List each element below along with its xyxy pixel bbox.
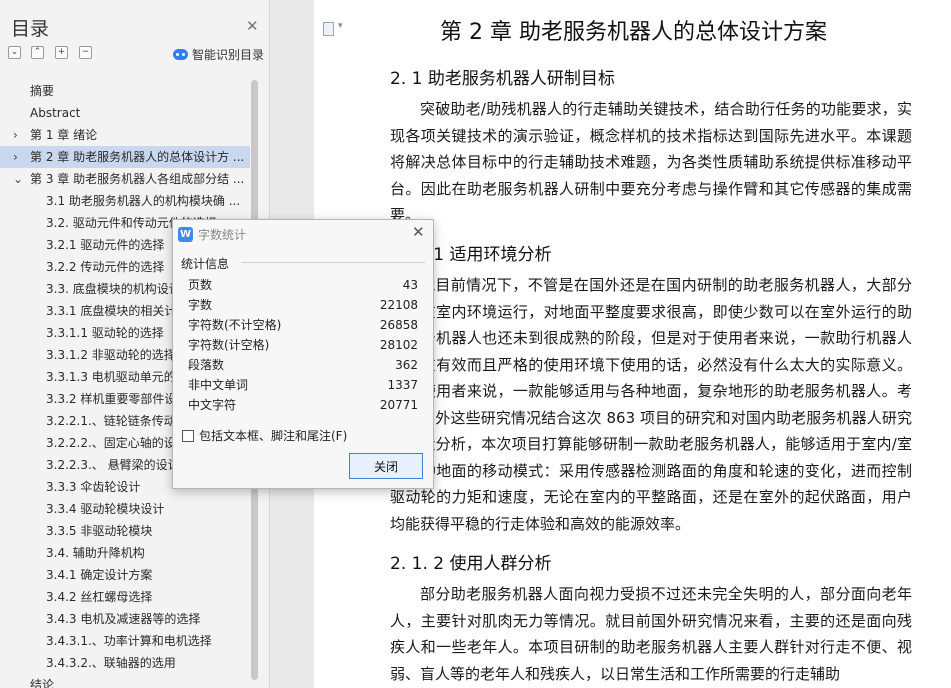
outline-item-label: 3.4.2 丝杠螺母选择 xyxy=(46,590,153,604)
subsection-title-2: 2. 1. 2 使用人群分析 xyxy=(390,554,552,574)
smart-toc-button[interactable]: 智能识别目录 xyxy=(173,46,264,63)
outline-item-label: 结论 xyxy=(30,678,55,688)
paragraph-2: 就目前情况下，不管是在国外还是在国内研制的助老服务机器人，大部分都是在室内环境运… xyxy=(390,276,912,533)
stat-label: 字符数(不计空格) xyxy=(188,318,282,332)
stat-label: 字符数(计空格) xyxy=(188,338,270,352)
outline-item[interactable]: 3.4.1 确定设计方案 xyxy=(0,564,250,586)
dialog-title: 字数统计 xyxy=(198,228,247,242)
outline-item-label: 3.3.2 样机重要零部件设计 xyxy=(46,392,189,406)
stat-value: 362 xyxy=(395,358,418,372)
stat-label: 非中文单词 xyxy=(188,378,249,392)
outline-item[interactable]: › 第 1 章 绪论 xyxy=(0,124,250,146)
stat-value: 26858 xyxy=(379,318,418,332)
outline-item[interactable]: 3.4. 辅助升降机构 xyxy=(0,542,250,564)
outline-item-label: 3.3.1.1 驱动轮的选择 xyxy=(46,326,164,340)
outline-item[interactable]: ⌄ 第 3 章 助老服务机器人各组成部分结 ... xyxy=(0,168,250,190)
remove-heading-icon[interactable]: − xyxy=(79,46,92,59)
stat-row: 字符数(计空格) 28102 xyxy=(188,335,418,355)
outline-item-label: 3.4.3 电机及减速器等的选择 xyxy=(46,612,201,626)
outline-item-label: 3.3.3 伞齿轮设计 xyxy=(46,480,141,494)
outline-item[interactable]: 3.4.3.2.、联轴器的选用 xyxy=(0,652,250,674)
collapse-all-icon[interactable]: ⌄ xyxy=(8,46,21,59)
dialog-close-icon[interactable]: ✕ xyxy=(412,223,425,241)
stat-value: 20771 xyxy=(379,398,418,412)
outline-item-label: 3.4. 辅助升降机构 xyxy=(46,546,145,560)
chevron-right-icon[interactable]: › xyxy=(13,146,18,168)
outline-item-label: 3.2.2.3.、 悬臂梁的设计 xyxy=(46,458,180,472)
outline-item[interactable]: 3.1 助老服务机器人的机构模块确 ... xyxy=(0,190,250,212)
chevron-right-icon[interactable]: › xyxy=(13,124,18,146)
outline-item-label: 3.2.2.1.、链轮链条传动 xyxy=(46,414,176,428)
outline-item-label: 3.2.2.2.、固定心轴的设计 xyxy=(46,436,188,450)
outline-item[interactable]: 3.4.2 丝杠螺母选择 xyxy=(0,586,250,608)
stat-row: 段落数 362 xyxy=(188,355,418,375)
wps-logo-icon: W xyxy=(178,227,193,242)
close-icon[interactable]: ✕ xyxy=(246,17,259,35)
chevron-down-icon[interactable]: ⌄ xyxy=(13,168,23,190)
outline-item[interactable]: 3.4.3.1.、功率计算和电机选择 xyxy=(0,630,250,652)
stat-row: 非中文单词 1337 xyxy=(188,375,418,395)
include-textbox-checkbox[interactable]: 包括文本框、脚注和尾注(F) xyxy=(182,427,347,444)
stat-value: 1337 xyxy=(387,378,418,392)
outline-item-label: 摘要 xyxy=(30,84,55,98)
stats-list: 页数 43 字数 22108 字符数(不计空格) 26858 字符数(计空格) 28102 段落… xyxy=(188,275,418,415)
stat-value: 43 xyxy=(402,278,418,292)
stat-value: 22108 xyxy=(379,298,418,312)
smart-toc-label: 智能识别目录 xyxy=(192,48,265,62)
outline-item-label: 3.3.4 驱动轮模块设计 xyxy=(46,502,165,516)
document-icon[interactable] xyxy=(323,21,343,36)
outline-item-label: Abstract xyxy=(30,106,81,120)
add-heading-icon[interactable]: + xyxy=(55,46,68,59)
stat-row: 字符数(不计空格) 26858 xyxy=(188,315,418,335)
stat-label: 页数 xyxy=(188,278,213,292)
paragraph-3: 部分助老服务机器人面向视力受损不过还未完全失明的人，部分面向老年人，主要针对肌肉… xyxy=(390,585,912,683)
stat-label: 段落数 xyxy=(188,358,225,372)
stat-value: 28102 xyxy=(379,338,418,352)
outline-item-label: 3.2.2 传动元件的选择 xyxy=(46,260,165,274)
outline-item[interactable]: 3.3.4 驱动轮模块设计 xyxy=(0,498,250,520)
stat-row: 页数 43 xyxy=(188,275,418,295)
checkbox-box[interactable] xyxy=(182,429,194,442)
outline-item[interactable]: › 第 2 章 助老服务机器人的总体设计方 ... xyxy=(0,146,250,168)
robot-icon xyxy=(173,49,188,60)
chapter-title: 第 2 章 助老服务机器人的总体设计方案 xyxy=(440,20,827,45)
checkbox-label: 包括文本框、脚注和尾注(F) xyxy=(199,429,348,443)
outline-title: 目录 xyxy=(11,18,50,40)
outline-item-label: 3.4.3.2.、联轴器的选用 xyxy=(46,656,176,670)
outline-item-label: 第 3 章 助老服务机器人各组成部分结 ... xyxy=(30,172,245,186)
outline-item-label: 第 2 章 助老服务机器人的总体设计方 ... xyxy=(30,150,245,164)
section-title: 2. 1 助老服务机器人研制目标 xyxy=(390,69,615,89)
outline-item-label: 3.4.3.1.、功率计算和电机选择 xyxy=(46,634,212,648)
outline-item[interactable]: 3.3.5 非驱动轮模块 xyxy=(0,520,250,542)
outline-item-label: 3.3.1.2 非驱动轮的选择 xyxy=(46,348,176,362)
outline-item-label: 3.4.1 确定设计方案 xyxy=(46,568,153,582)
outline-item[interactable]: 结论 xyxy=(0,674,250,688)
paragraph-1: 突破助老/助残机器人的行走辅助关键技术，结合助行任务的功能要求，实现各项关键技术… xyxy=(390,100,912,224)
outline-item-label: 3.3.1 底盘模块的相关计算 xyxy=(46,304,189,318)
outline-item[interactable]: 摘要 xyxy=(0,80,250,102)
outline-item[interactable]: 3.4.3 电机及减速器等的选择 xyxy=(0,608,250,630)
outline-item-label: 第 1 章 绪论 xyxy=(30,128,98,142)
stat-row: 中文字符 20771 xyxy=(188,395,418,415)
word-count-dialog: W 字数统计 ✕ 统计信息 页数 43 字数 22108 字符数(不计空格) 26858 字… xyxy=(172,219,434,489)
outline-item-label: 3.3. 底盘模块的机构设计 xyxy=(46,282,181,296)
outline-item-label: 3.3.5 非驱动轮模块 xyxy=(46,524,153,538)
outline-item-label: 3.1 助老服务机器人的机构模块确 ... xyxy=(46,194,241,208)
expand-all-icon[interactable]: ⌃ xyxy=(31,46,44,59)
close-button[interactable]: 关闭 xyxy=(349,453,423,479)
stat-label: 中文字符 xyxy=(188,398,237,412)
outline-item-label: 3.2.1 驱动元件的选择 xyxy=(46,238,165,252)
stat-row: 字数 22108 xyxy=(188,295,418,315)
stats-section-label: 统计信息 xyxy=(181,257,230,271)
outline-item[interactable]: Abstract xyxy=(0,102,250,124)
section-divider xyxy=(241,262,425,263)
stat-label: 字数 xyxy=(188,298,213,312)
